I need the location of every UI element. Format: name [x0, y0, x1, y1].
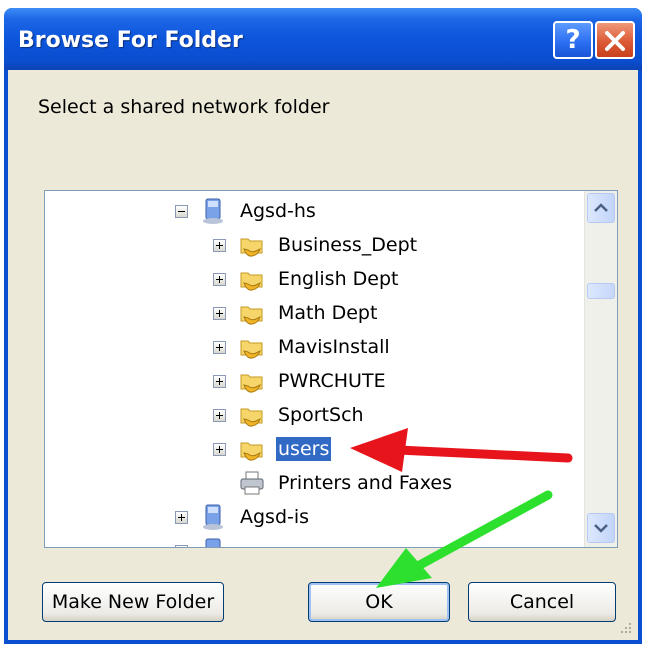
tree-item-math-dept[interactable]: Math Dept [213, 297, 379, 329]
tree-item-label-selected: users [274, 436, 333, 462]
tree-item-label: Agsd-hs [240, 200, 316, 222]
shared-folder-icon [240, 340, 263, 359]
dialog-prompt: Select a shared network folder [38, 96, 330, 118]
chevron-up-icon [594, 203, 608, 212]
tree-item-business-dept[interactable]: Business_Dept [213, 229, 419, 261]
ok-button[interactable]: OK [308, 582, 450, 622]
expand-icon[interactable] [175, 544, 188, 547]
tree-item-label: Agsd-is [240, 506, 310, 528]
tree-item-sportsch[interactable]: SportSch [213, 399, 366, 431]
expand-icon[interactable] [213, 408, 226, 422]
tree-item-partial[interactable] [175, 535, 238, 547]
expand-icon[interactable] [213, 340, 226, 354]
tree-item-label: PWRCHUTE [278, 370, 386, 392]
close-icon [605, 31, 625, 51]
expand-icon[interactable] [213, 272, 226, 286]
help-button[interactable]: ? [553, 21, 593, 59]
expand-icon[interactable] [213, 374, 226, 388]
printer-icon [240, 471, 264, 495]
expand-icon[interactable] [213, 442, 226, 456]
tree-item-label: MavisInstall [278, 336, 390, 358]
tree-scrollbar[interactable] [584, 191, 617, 547]
scroll-down-button[interactable] [587, 513, 615, 543]
help-icon: ? [565, 25, 581, 55]
tree-item-label: Printers and Faxes [278, 472, 453, 494]
scroll-thumb[interactable] [587, 283, 615, 299]
expand-icon[interactable] [213, 238, 226, 252]
shared-folder-icon [240, 272, 263, 291]
resize-grip-icon[interactable] [618, 620, 632, 634]
tree-item-label: Math Dept [278, 302, 378, 324]
tree-item-pwrchute[interactable]: PWRCHUTE [213, 365, 388, 397]
computer-icon [205, 538, 221, 547]
tree-item-agsd-hs[interactable]: Agsd-hs [175, 195, 318, 227]
browse-for-folder-window: Browse For Folder ? Select a shared netw… [4, 8, 642, 644]
title-bar[interactable]: Browse For Folder ? [4, 8, 642, 70]
make-new-folder-button[interactable]: Make New Folder [42, 582, 224, 622]
collapse-icon[interactable] [175, 204, 188, 218]
shared-folder-icon [240, 238, 263, 257]
expand-icon[interactable] [175, 510, 188, 524]
tree-item-agsd-is[interactable]: Agsd-is [175, 501, 311, 533]
tree-item-label: English Dept [278, 268, 399, 290]
computer-icon [203, 198, 223, 224]
shared-folder-icon [240, 374, 263, 393]
tree-item-printers-and-faxes[interactable]: Printers and Faxes [238, 467, 454, 499]
shared-folder-icon [240, 408, 263, 427]
chevron-down-icon [594, 524, 608, 533]
window-title: Browse For Folder [18, 28, 243, 53]
tree-item-mavisinstall[interactable]: MavisInstall [213, 331, 392, 363]
close-button[interactable] [595, 21, 635, 59]
computer-icon [203, 504, 223, 530]
tree-item-english-dept[interactable]: English Dept [213, 263, 400, 295]
tree-item-label: Business_Dept [278, 234, 418, 256]
shared-folder-icon [240, 442, 263, 461]
dialog-body: Select a shared network folder Agsd-hs B… [8, 70, 638, 640]
expand-icon[interactable] [213, 306, 226, 320]
cancel-button[interactable]: Cancel [468, 582, 616, 622]
scroll-up-button[interactable] [587, 193, 615, 223]
shared-folder-icon [240, 306, 263, 325]
folder-tree[interactable]: Agsd-hs Business_Dept English Dept Math … [44, 190, 618, 548]
tree-item-users[interactable]: users [213, 433, 333, 465]
tree-item-label: SportSch [278, 404, 364, 426]
